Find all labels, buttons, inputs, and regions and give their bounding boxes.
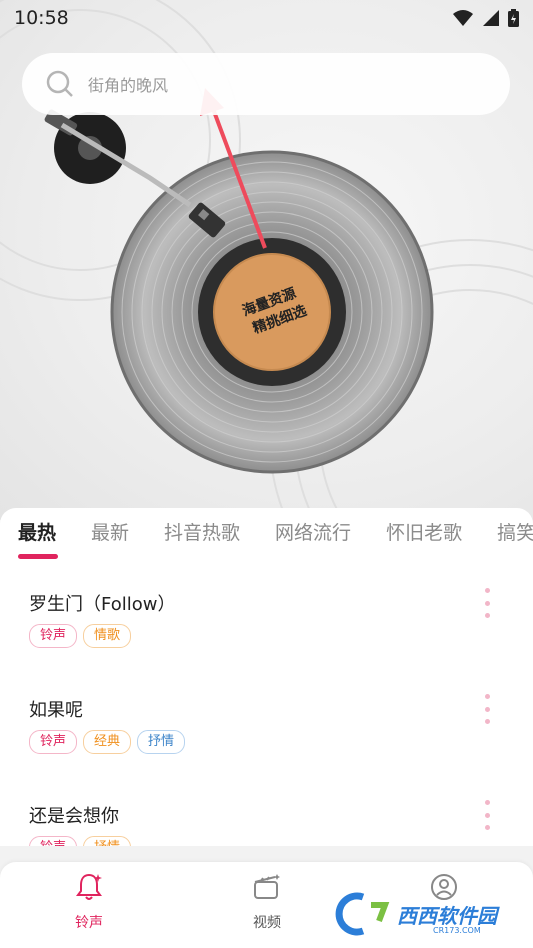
tab-funny[interactable]: 搞笑 bbox=[497, 518, 533, 545]
song-list: 罗生门（Follow） 铃声 情歌 如果呢 铃声 经典 抒情 还是会想你 铃声 … bbox=[0, 568, 533, 846]
tab-label: 最热 bbox=[18, 522, 57, 544]
tag: 铃声 bbox=[29, 730, 78, 754]
song-title: 如果呢 bbox=[29, 700, 83, 721]
song-title: 罗生门（Follow） bbox=[29, 594, 176, 615]
watermark-sub: CR173.COM bbox=[433, 926, 481, 935]
tab-internet-popular[interactable]: 网络流行 bbox=[275, 518, 351, 545]
category-tabs: 最热 最新 抖音热歌 网络流行 怀旧老歌 搞笑 bbox=[0, 508, 533, 568]
status-bar: 10:58 bbox=[0, 0, 533, 36]
tag: 抒情 bbox=[137, 730, 186, 754]
tab-hottest[interactable]: 最热 bbox=[18, 518, 58, 559]
list-item[interactable]: 还是会想你 铃声 抒情 bbox=[0, 780, 533, 846]
tab-label: 最新 bbox=[91, 522, 130, 544]
nav-video[interactable]: 视频 bbox=[232, 872, 302, 932]
active-tab-indicator bbox=[18, 554, 58, 559]
tag: 抒情 bbox=[83, 836, 132, 846]
search-placeholder: 街角的晚风 bbox=[88, 76, 169, 95]
watermark-logo-icon bbox=[335, 892, 390, 936]
vinyl-record bbox=[110, 150, 434, 474]
tag: 经典 bbox=[83, 730, 132, 754]
video-clapper-icon bbox=[254, 874, 280, 899]
status-time: 10:58 bbox=[14, 7, 69, 29]
watermark-text: 西西软件园 bbox=[397, 903, 497, 928]
list-item[interactable]: 罗生门（Follow） 铃声 情歌 bbox=[0, 568, 533, 674]
signal-icon bbox=[483, 10, 499, 26]
tab-newest[interactable]: 最新 bbox=[91, 518, 129, 545]
tab-label: 怀旧老歌 bbox=[386, 522, 463, 544]
song-title: 还是会想你 bbox=[29, 806, 119, 827]
tag: 铃声 bbox=[29, 624, 78, 648]
site-watermark: 西西软件园 CR173.COM bbox=[333, 888, 533, 940]
more-options-icon[interactable] bbox=[480, 588, 494, 618]
tab-oldies[interactable]: 怀旧老歌 bbox=[386, 518, 462, 545]
tab-label: 搞笑 bbox=[497, 522, 533, 544]
tag: 情歌 bbox=[83, 624, 132, 648]
battery-icon bbox=[508, 9, 519, 27]
tag: 铃声 bbox=[29, 836, 78, 846]
search-icon bbox=[46, 70, 73, 97]
list-item[interactable]: 如果呢 铃声 经典 抒情 bbox=[0, 674, 533, 780]
bell-icon bbox=[76, 873, 102, 900]
nav-ringtone[interactable]: 铃声 bbox=[54, 872, 124, 932]
nav-label: 铃声 bbox=[75, 915, 103, 931]
search-bar[interactable]: 街角的晚风 bbox=[22, 53, 510, 115]
more-options-icon[interactable] bbox=[480, 694, 494, 724]
nav-label: 视频 bbox=[253, 915, 281, 931]
tab-label: 网络流行 bbox=[275, 522, 352, 544]
tab-label: 抖音热歌 bbox=[164, 522, 241, 544]
wifi-icon bbox=[453, 10, 473, 26]
more-options-icon[interactable] bbox=[480, 800, 494, 830]
tab-douyin-hits[interactable]: 抖音热歌 bbox=[164, 518, 240, 545]
